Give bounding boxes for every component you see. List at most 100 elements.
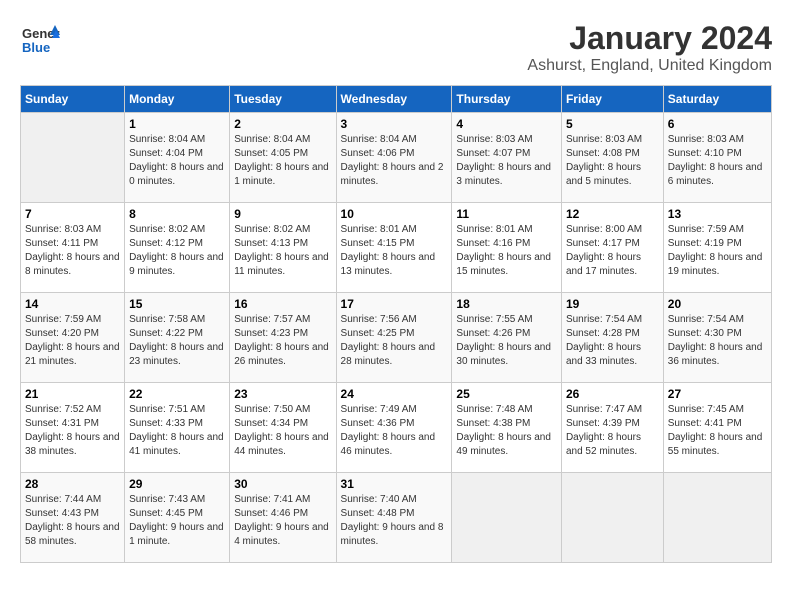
day-info: Sunrise: 8:02 AMSunset: 4:12 PMDaylight:… [129, 223, 225, 279]
calendar-table: SundayMondayTuesdayWednesdayThursdayFrid… [20, 85, 772, 563]
calendar-cell: 4 Sunrise: 8:03 AMSunset: 4:07 PMDaylight… [452, 113, 562, 203]
calendar-cell: 1 Sunrise: 8:04 AMSunset: 4:04 PMDaylight… [125, 113, 230, 203]
day-info: Sunrise: 7:45 AMSunset: 4:41 PMDaylight:… [668, 403, 767, 459]
calendar-cell: 2Sunrise: 8:04 AMSunset: 4:05 PMDaylight… [230, 113, 336, 203]
day-number: 14 [25, 297, 120, 311]
calendar-cell: 18Sunrise: 7:55 AMSunset: 4:26 PMDayligh… [452, 293, 562, 383]
day-info: Sunrise: 7:50 AMSunset: 4:34 PMDaylight:… [234, 403, 331, 459]
month-title: January 2024 [527, 20, 772, 57]
calendar-cell: 25 Sunrise: 7:48 AMSunset: 4:38 PMDayligh… [452, 383, 562, 473]
calendar-cell: 8 Sunrise: 8:02 AMSunset: 4:12 PMDaylight… [125, 203, 230, 293]
calendar-cell: 20 Sunrise: 7:54 AMSunset: 4:30 PMDayligh… [663, 293, 771, 383]
day-info: Sunrise: 7:51 AMSunset: 4:33 PMDaylight:… [129, 403, 225, 459]
day-info: Sunrise: 8:01 AMSunset: 4:16 PMDaylight:… [456, 223, 557, 279]
day-number: 29 [129, 477, 225, 491]
day-header-sunday: Sunday [21, 86, 125, 113]
day-number: 28 [25, 477, 120, 491]
day-number: 1 [129, 117, 225, 131]
day-info: Sunrise: 8:04 AMSunset: 4:04 PMDaylight:… [129, 133, 225, 189]
day-number: 22 [129, 387, 225, 401]
calendar-cell: 7 Sunrise: 8:03 AMSunset: 4:11 PMDaylight… [21, 203, 125, 293]
title-area: January 2024 Ashurst, England, United Ki… [527, 20, 772, 75]
day-header-friday: Friday [561, 86, 663, 113]
calendar-cell: 16 Sunrise: 7:57 AMSunset: 4:23 PMDayligh… [230, 293, 336, 383]
day-info: Sunrise: 8:01 AMSunset: 4:15 PMDaylight:… [341, 223, 448, 279]
location-subtitle: Ashurst, England, United Kingdom [527, 57, 772, 75]
day-info: Sunrise: 7:55 AMSunset: 4:26 PMDaylight:… [456, 313, 557, 369]
day-number: 26 [566, 387, 659, 401]
day-info: Sunrise: 8:03 AMSunset: 4:07 PMDaylight:… [456, 133, 557, 189]
day-info: Sunrise: 8:03 AMSunset: 4:10 PMDaylight:… [668, 133, 767, 189]
calendar-cell: 27 Sunrise: 7:45 AMSunset: 4:41 PMDayligh… [663, 383, 771, 473]
calendar-cell: 31Sunrise: 7:40 AMSunset: 4:48 PMDayligh… [336, 473, 452, 563]
calendar-week-2: 7 Sunrise: 8:03 AMSunset: 4:11 PMDaylight… [21, 203, 772, 293]
day-number: 16 [234, 297, 331, 311]
day-number: 4 [456, 117, 557, 131]
day-info: Sunrise: 7:43 AMSunset: 4:45 PMDaylight:… [129, 493, 225, 549]
day-info: Sunrise: 8:02 AMSunset: 4:13 PMDaylight:… [234, 223, 331, 279]
day-info: Sunrise: 8:00 AMSunset: 4:17 PMDaylight:… [566, 223, 659, 279]
day-number: 17 [341, 297, 448, 311]
calendar-week-4: 21Sunrise: 7:52 AMSunset: 4:31 PMDayligh… [21, 383, 772, 473]
day-info: Sunrise: 7:59 AMSunset: 4:20 PMDaylight:… [25, 313, 120, 369]
day-number: 15 [129, 297, 225, 311]
day-header-wednesday: Wednesday [336, 86, 452, 113]
day-info: Sunrise: 8:04 AMSunset: 4:06 PMDaylight:… [341, 133, 448, 189]
day-number: 20 [668, 297, 767, 311]
calendar-cell: 15 Sunrise: 7:58 AMSunset: 4:22 PMDayligh… [125, 293, 230, 383]
day-number: 11 [456, 207, 557, 221]
header-row: SundayMondayTuesdayWednesdayThursdayFrid… [21, 86, 772, 113]
calendar-cell: 3 Sunrise: 8:04 AMSunset: 4:06 PMDaylight… [336, 113, 452, 203]
calendar-week-5: 28 Sunrise: 7:44 AMSunset: 4:43 PMDayligh… [21, 473, 772, 563]
day-info: Sunrise: 8:03 AMSunset: 4:11 PMDaylight:… [25, 223, 120, 279]
calendar-cell [452, 473, 562, 563]
calendar-cell [663, 473, 771, 563]
day-number: 30 [234, 477, 331, 491]
day-number: 5 [566, 117, 659, 131]
calendar-cell [21, 113, 125, 203]
calendar-week-3: 14 Sunrise: 7:59 AMSunset: 4:20 PMDayligh… [21, 293, 772, 383]
day-number: 24 [341, 387, 448, 401]
day-number: 10 [341, 207, 448, 221]
calendar-cell: 14 Sunrise: 7:59 AMSunset: 4:20 PMDayligh… [21, 293, 125, 383]
calendar-week-1: 1 Sunrise: 8:04 AMSunset: 4:04 PMDaylight… [21, 113, 772, 203]
day-info: Sunrise: 8:04 AMSunset: 4:05 PMDaylight:… [234, 133, 331, 189]
day-number: 25 [456, 387, 557, 401]
day-number: 3 [341, 117, 448, 131]
calendar-cell: 6 Sunrise: 8:03 AMSunset: 4:10 PMDaylight… [663, 113, 771, 203]
day-info: Sunrise: 7:41 AMSunset: 4:46 PMDaylight:… [234, 493, 331, 549]
day-number: 19 [566, 297, 659, 311]
day-number: 8 [129, 207, 225, 221]
day-number: 9 [234, 207, 331, 221]
day-info: Sunrise: 7:48 AMSunset: 4:38 PMDaylight:… [456, 403, 557, 459]
calendar-cell: 19Sunrise: 7:54 AMSunset: 4:28 PMDayligh… [561, 293, 663, 383]
day-number: 12 [566, 207, 659, 221]
day-header-tuesday: Tuesday [230, 86, 336, 113]
day-header-saturday: Saturday [663, 86, 771, 113]
calendar-cell: 29 Sunrise: 7:43 AMSunset: 4:45 PMDayligh… [125, 473, 230, 563]
day-info: Sunrise: 7:58 AMSunset: 4:22 PMDaylight:… [129, 313, 225, 369]
day-number: 6 [668, 117, 767, 131]
calendar-cell: 24 Sunrise: 7:49 AMSunset: 4:36 PMDayligh… [336, 383, 452, 473]
day-header-monday: Monday [125, 86, 230, 113]
calendar-cell [561, 473, 663, 563]
day-number: 27 [668, 387, 767, 401]
calendar-cell: 21Sunrise: 7:52 AMSunset: 4:31 PMDayligh… [21, 383, 125, 473]
day-number: 7 [25, 207, 120, 221]
calendar-cell: 9 Sunrise: 8:02 AMSunset: 4:13 PMDaylight… [230, 203, 336, 293]
calendar-cell: 5Sunrise: 8:03 AMSunset: 4:08 PMDaylight… [561, 113, 663, 203]
logo: General Blue [20, 20, 60, 65]
day-info: Sunrise: 7:49 AMSunset: 4:36 PMDaylight:… [341, 403, 448, 459]
day-info: Sunrise: 7:54 AMSunset: 4:30 PMDaylight:… [668, 313, 767, 369]
day-header-thursday: Thursday [452, 86, 562, 113]
day-number: 13 [668, 207, 767, 221]
calendar-cell: 12 Sunrise: 8:00 AMSunset: 4:17 PMDayligh… [561, 203, 663, 293]
calendar-cell: 23Sunrise: 7:50 AMSunset: 4:34 PMDayligh… [230, 383, 336, 473]
day-info: Sunrise: 7:57 AMSunset: 4:23 PMDaylight:… [234, 313, 331, 369]
day-info: Sunrise: 7:44 AMSunset: 4:43 PMDaylight:… [25, 493, 120, 549]
calendar-cell: 30 Sunrise: 7:41 AMSunset: 4:46 PMDayligh… [230, 473, 336, 563]
calendar-cell: 28 Sunrise: 7:44 AMSunset: 4:43 PMDayligh… [21, 473, 125, 563]
calendar-cell: 11 Sunrise: 8:01 AMSunset: 4:16 PMDayligh… [452, 203, 562, 293]
header: General Blue January 2024 Ashurst, Engla… [20, 20, 772, 75]
day-info: Sunrise: 7:56 AMSunset: 4:25 PMDaylight:… [341, 313, 448, 369]
